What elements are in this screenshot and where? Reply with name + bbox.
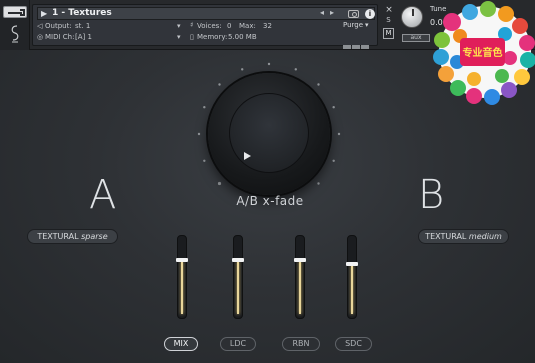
wrench-icon[interactable]	[3, 6, 27, 18]
knob-scale-dot	[294, 68, 297, 71]
fader-ldc-level	[237, 261, 239, 314]
fader-rbn[interactable]	[294, 235, 306, 319]
watermark-sticker-icon: 专业音色	[433, 1, 535, 105]
tune-knob[interactable]	[401, 6, 423, 28]
midi-icon: ◎	[37, 33, 44, 41]
instrument-window: ▶ 1 - Textures ◂ ▸ i ◁ Output: st. 1 ▾ ♯…	[0, 0, 535, 363]
knob-scale-dot	[197, 132, 201, 136]
voices-label: Voices:	[197, 22, 222, 30]
next-instrument-icon[interactable]: ▸	[330, 8, 334, 17]
header-left-strip	[0, 0, 30, 50]
purge-indicator	[343, 34, 371, 49]
max-label: Max:	[239, 22, 256, 30]
fader-mix-handle[interactable]	[176, 258, 188, 262]
knob-scale-dot	[241, 68, 244, 71]
fader-sdc-level	[351, 264, 353, 314]
knob-scale-dot	[218, 83, 221, 86]
memory-value: 5.00 MB	[228, 33, 257, 41]
fader-ldc-handle[interactable]	[232, 258, 244, 262]
logo-icon	[11, 25, 19, 43]
memory-icon: ▯	[190, 33, 194, 41]
output-value[interactable]: st. 1	[75, 22, 90, 30]
svg-text:专业音色: 专业音色	[463, 46, 503, 59]
output-label: Output:	[45, 22, 72, 30]
fader-sdc-handle[interactable]	[346, 261, 358, 266]
knob-scale-dot	[317, 83, 320, 86]
midi-value[interactable]: [A] 1	[75, 33, 92, 41]
rbn-button[interactable]: RBN	[282, 337, 320, 351]
aux-button[interactable]: aux	[402, 34, 430, 42]
dropdown-arrow-icon[interactable]: ▶	[41, 9, 47, 18]
memory-label: Memory:	[197, 33, 228, 41]
fader-sdc[interactable]	[346, 235, 358, 319]
knob-scale-dot	[267, 62, 271, 66]
max-voices-value[interactable]: 32	[263, 22, 272, 30]
preset-a-variant: sparse	[81, 232, 108, 241]
instrument-panel: ▶ 1 - Textures ◂ ▸ i ◁ Output: st. 1 ▾ ♯…	[32, 4, 378, 49]
info-icon[interactable]: i	[365, 9, 375, 19]
knob-scale-dot	[317, 182, 320, 185]
purge-label: Purge	[343, 21, 364, 29]
layer-a-label: A	[89, 172, 117, 218]
preset-b-selector[interactable]: TEXTURAL medium	[418, 229, 509, 244]
knob-scale-dot	[203, 106, 206, 109]
sdc-button[interactable]: SDC	[335, 337, 372, 351]
camera-icon[interactable]	[348, 10, 359, 18]
preset-b-name: TEXTURAL	[425, 232, 467, 241]
purge-dropdown-icon: ▾	[365, 21, 369, 29]
ab-xfade-label: A/B x-fade	[236, 194, 304, 208]
knob-pointer-icon	[244, 152, 251, 160]
output-dropdown-icon[interactable]: ▾	[177, 22, 181, 30]
knob-scale-dot	[332, 159, 335, 162]
preset-b-variant: medium	[468, 232, 502, 241]
mute-button[interactable]: M	[383, 28, 394, 39]
knob-scale-dot	[332, 106, 335, 109]
solo-button[interactable]: S	[383, 16, 394, 26]
close-icon[interactable]: ×	[383, 4, 395, 16]
fader-rbn-level	[299, 261, 301, 314]
instrument-name: 1 - Textures	[52, 8, 112, 18]
voices-icon: ♯	[190, 21, 194, 29]
midi-dropdown-icon[interactable]: ▾	[177, 33, 181, 41]
layer-b-label: B	[418, 172, 445, 218]
ab-xfade-knob-cap	[229, 93, 309, 173]
instrument-name-bar[interactable]: ▶ 1 - Textures ◂ ▸ i	[37, 7, 375, 20]
midi-label: MIDI Ch:	[45, 33, 75, 41]
voices-value: 0	[227, 22, 232, 30]
mix-button[interactable]: MIX	[164, 337, 198, 351]
knob-scale-dot	[337, 132, 341, 136]
preset-a-selector[interactable]: TEXTURAL sparse	[27, 229, 118, 244]
previous-instrument-icon[interactable]: ◂	[320, 8, 324, 17]
purge-menu[interactable]: Purge ▾	[343, 21, 371, 31]
fader-ldc[interactable]	[232, 235, 244, 319]
knob-scale-dot	[217, 181, 222, 186]
ldc-button[interactable]: LDC	[220, 337, 256, 351]
fader-rbn-handle[interactable]	[294, 258, 306, 262]
knob-scale-dot	[203, 159, 206, 162]
fader-mix-level	[181, 261, 183, 314]
output-icon: ◁	[37, 22, 43, 30]
fader-mix[interactable]	[176, 235, 188, 319]
preset-a-name: TEXTURAL	[37, 232, 79, 241]
